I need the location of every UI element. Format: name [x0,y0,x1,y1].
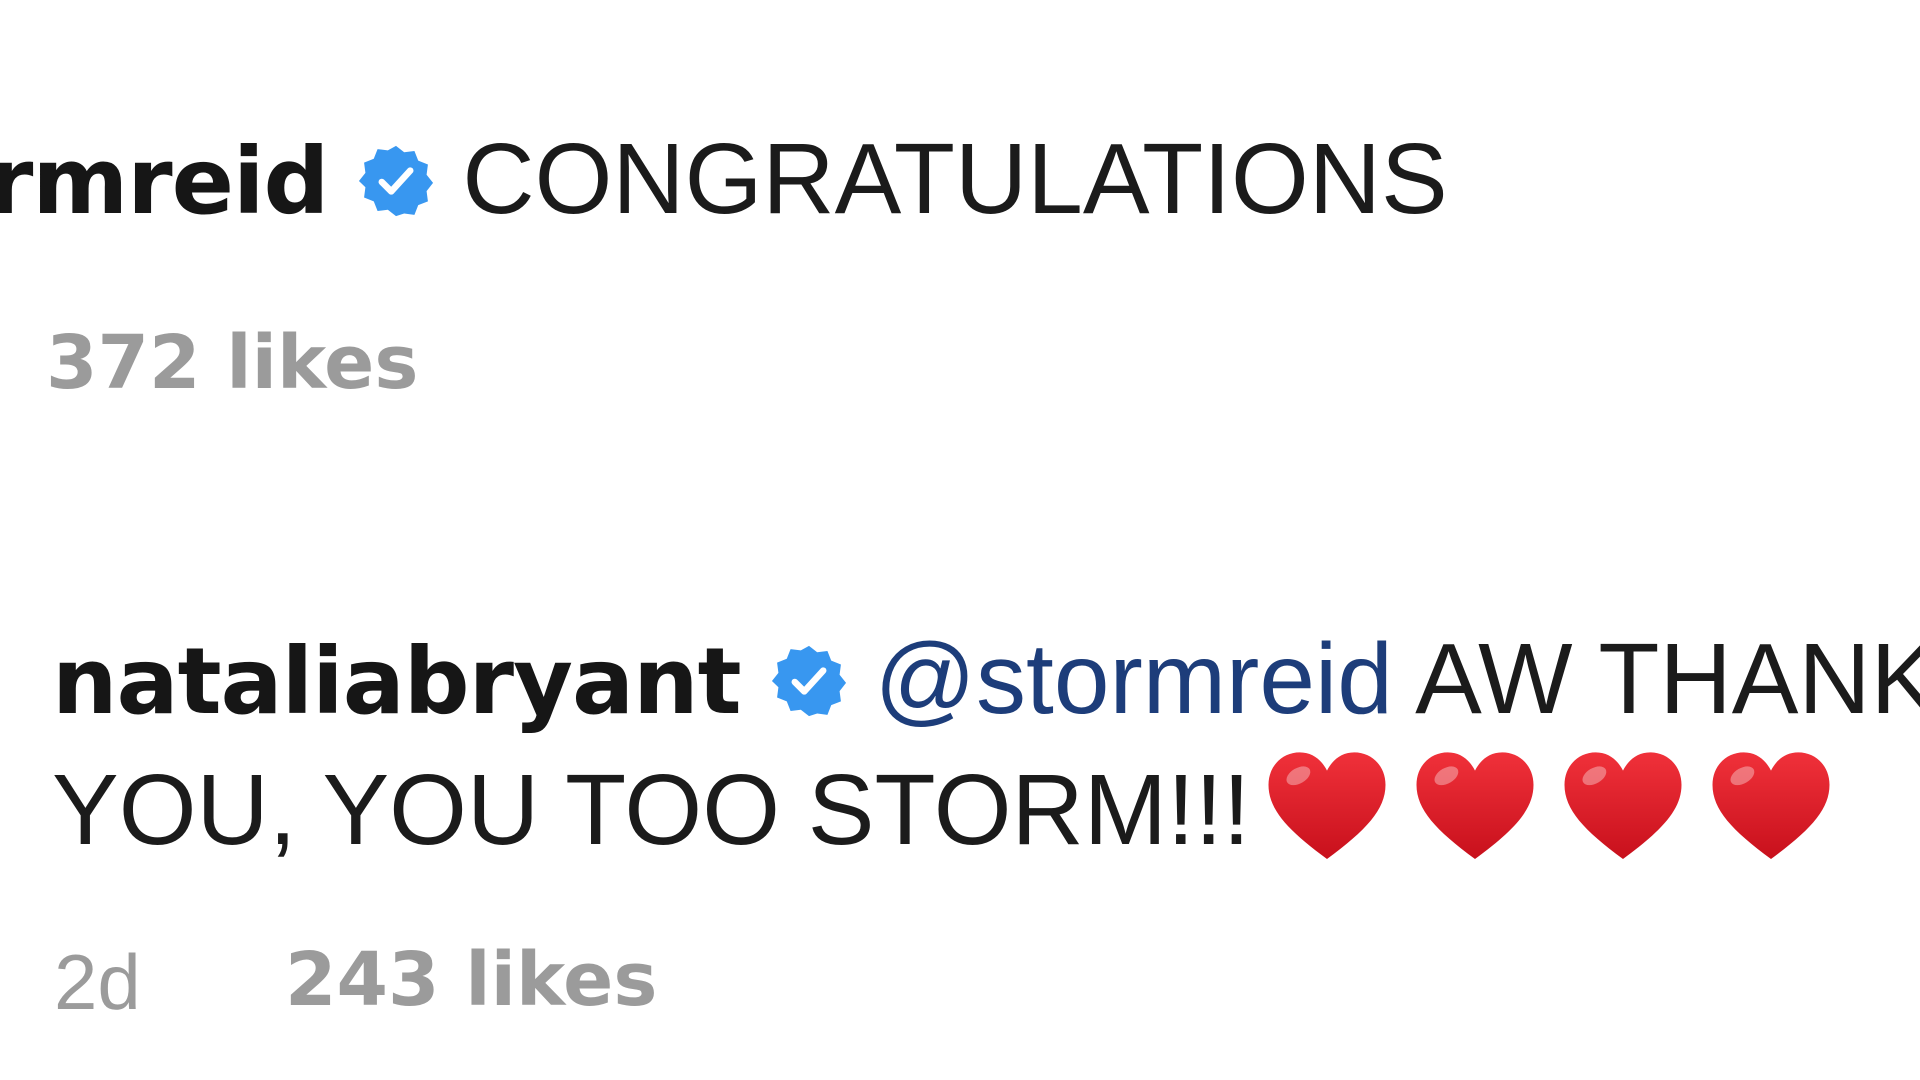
heart-icon [1410,742,1540,872]
heart-icon [1706,742,1836,872]
comment-2-mention-link[interactable]: @stormreid [875,623,1393,735]
comment-1-likes[interactable]: 372 likes [46,320,418,406]
heart-icon [1262,742,1392,872]
verified-badge-icon [358,143,434,219]
comment-2-timestamp[interactable]: 2d [54,937,141,1028]
comment-2-likes[interactable]: 243 likes [285,937,657,1023]
comment-2-line-1: nataliabryant @stormreid AW THANK [52,620,1920,741]
comment-2-line-2: YOU, YOU TOO STORM!!! [52,742,1854,897]
comment-1-text: CONGRATULATIONS [462,123,1448,235]
comment-1: rmreid CONGRATULATIONS [0,120,1448,241]
comment-2-text-line-1: AW THANK [1415,623,1920,735]
comment-2-text-line-2: YOU, YOU TOO STORM!!! [52,754,1251,866]
comment-1-username[interactable]: rmreid [0,128,329,235]
heart-emoji-group [1262,742,1854,897]
comment-2-username[interactable]: nataliabryant [52,628,742,735]
verified-badge-icon [771,643,847,719]
heart-icon [1558,742,1688,872]
